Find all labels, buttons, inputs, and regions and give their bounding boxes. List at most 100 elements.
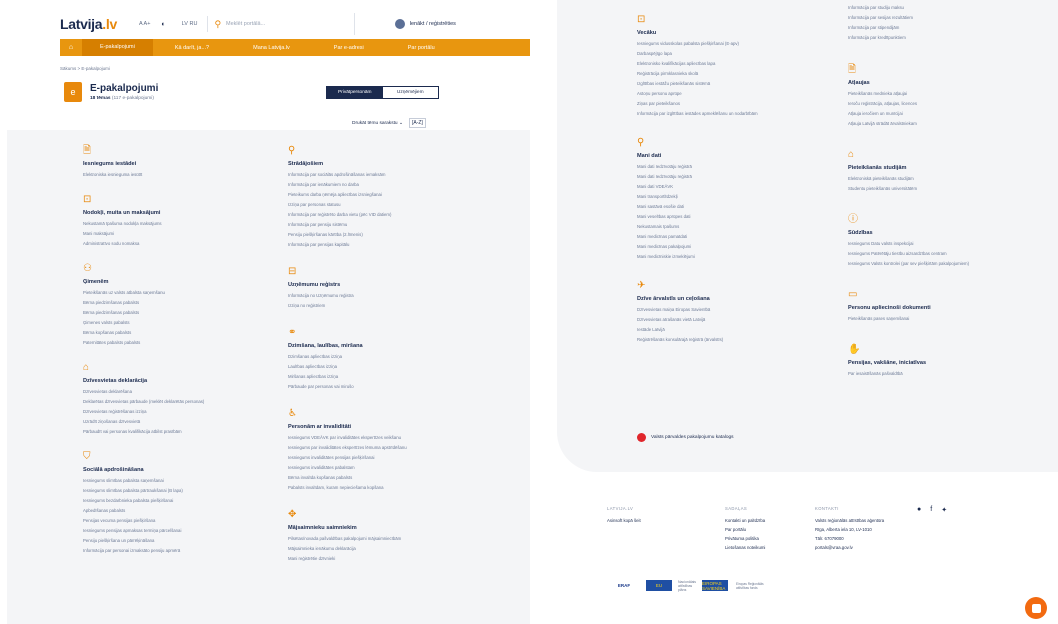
topic-title[interactable]: Personām ar invaliditāti [288,424,488,430]
service-link[interactable]: Atļauja ieročiem un munīcijai [848,109,1048,119]
service-link[interactable]: Bērna invalīda kopšanas pabalsts [288,473,488,483]
service-link[interactable]: Iesniegums Valsts kontrolei (par sev pie… [848,259,1048,269]
service-link[interactable]: Informācija par studiju maksu [848,3,1048,13]
service-link[interactable]: Informācija par ienākumiem no darba [288,180,488,190]
nav-item-about[interactable]: Par portālu [386,45,457,51]
service-link[interactable]: Mājsaimnieka ienākumu deklarācija [288,544,488,554]
service-link[interactable]: Ziņas par pieteikšanos [637,99,857,109]
service-link[interactable]: Mani sastāvā esošie dati [637,202,857,212]
footer-link[interactable]: Privātuma politika [725,534,765,543]
topic-title[interactable]: Uzņēmumu reģistrs [288,282,488,288]
service-link[interactable]: Informācija par sociālās apdrošināšanas … [288,170,488,180]
service-link[interactable]: Izziņa no reģistriem [288,301,488,311]
service-link[interactable]: Iesniegums par invaliditātes ekspertīzes… [288,443,488,453]
nav-item-e-services[interactable]: E-pakalpojumi [82,39,153,56]
service-link[interactable]: Informācija par sesijas rezultātiem [848,13,1048,23]
service-link[interactable]: Iesniegums pensijas apmaksas termiņa pār… [83,526,283,536]
topic-title[interactable]: Nodokļi, muita un maksājumi [83,210,283,216]
service-link[interactable]: Mani transportlīdzekļi [637,192,857,202]
chat-button[interactable] [1025,597,1047,619]
topic-title[interactable]: Sūdzības [848,230,1048,236]
footer-link[interactable]: Lietošanas noteikumi [725,543,765,552]
language-switch[interactable]: LV RU [182,21,198,27]
service-link[interactable]: Nekustamais īpašums [637,222,857,232]
topic-title[interactable]: Sociālā apdrošināšana [83,467,283,473]
service-link[interactable]: Mani medicīnas pamatdati [637,232,857,242]
topic-title[interactable]: Dzīve ārvalstīs un ceļošana [637,296,857,302]
service-link[interactable]: Pensijas vecuma pensijas piešķiršana [83,516,283,526]
service-link[interactable]: Laulības apliecības izziņa [288,362,488,372]
service-link[interactable]: Informācija par reģistrēto darba vietu (… [288,210,488,220]
service-link[interactable]: Iesniegums Datu valsts inspekcijai [848,239,1048,249]
service-link[interactable]: Mani dati Iedzīvotāju reģistrā [637,162,857,172]
contrast-icon[interactable]: ◐ [161,21,165,28]
service-link[interactable]: Astoņu personu aprūpe [637,89,857,99]
service-link[interactable]: Dzīvesvietas maiņa Eiropas Savienībā [637,305,857,315]
service-link[interactable]: Administratīvo sodu nomaksa [83,239,283,249]
topic-title[interactable]: Ģimenēm [83,279,283,285]
service-link[interactable]: Mani medicīnas pakalpojumi [637,242,857,252]
footer-text[interactable]: Tālr. 67079000 [815,534,884,543]
topic-title[interactable]: Dzīvesvietas deklarācija [83,378,283,384]
site-logo[interactable]: Latvija.lv [60,16,117,32]
service-link[interactable]: Bērna piedzimšanas pabalsts [83,298,283,308]
search-icon[interactable]: ⚲ [214,19,221,30]
service-link[interactable]: Nekustamā īpašuma nodokļa maksājums [83,219,283,229]
topic-title[interactable]: Pensijas, vakšāne, iniciatīvas [848,360,1048,366]
service-link[interactable]: Bērna kopšanas pabalsts [83,328,283,338]
search-box[interactable]: ⚲ Meklēt portālā... [207,16,342,32]
f-icon[interactable]: ● [917,506,921,514]
sort-az-button[interactable]: [A-Z] [408,118,426,128]
service-link[interactable]: Informācija par personai izmaksāto pensi… [83,546,283,556]
tab-business[interactable]: Uzņēmējiem [382,87,438,98]
service-link[interactable]: Informācija par pensijas kapitālu [288,240,488,250]
twitter-icon[interactable]: ✦ [941,506,947,514]
service-link[interactable]: Par iesaistīšanās pašvaldībā [848,369,1048,379]
service-link[interactable]: Iesniegums bezdarbnieka pabalsta piešķir… [83,496,283,506]
service-link[interactable]: Ieroču reģistrācija, atļaujas, licences [848,99,1048,109]
facebook-icon[interactable]: f [930,506,932,514]
topic-title[interactable]: Vecāku [637,30,857,36]
service-link[interactable]: Informācija par pensiju sistēmu [288,220,488,230]
service-link[interactable]: Iesniegums slimības pabalsta saņemšanai [83,476,283,486]
topic-title[interactable]: Iesniegums iestādei [83,161,283,167]
topic-title[interactable]: Strādājošiem [288,161,488,167]
service-link[interactable]: Iesniegums Patērētāju tiesību aizsardzīb… [848,249,1048,259]
service-link[interactable]: Mani maksājumi [83,229,283,239]
nav-item-my-latvija[interactable]: Mana Latvija.lv [231,45,312,51]
service-link[interactable]: Informācija par izglītības iestādes apme… [637,109,857,119]
service-link[interactable]: Informācija par stipendijām [848,23,1048,33]
service-link[interactable]: Iesniegums vidusskolas pabalsta piešķirš… [637,39,857,49]
service-link[interactable]: Izziņa par personas statusu [288,200,488,210]
nav-item-e-address[interactable]: Par e-adresi [312,45,386,51]
service-link[interactable]: Pieteikums darba ņēmēja apliecības izsni… [288,190,488,200]
service-link[interactable]: Dzīvesvietas atrašanās vietā Latvijā [637,315,857,325]
topic-title[interactable]: Atļaujas [848,80,1048,86]
login-button[interactable]: Ienākt / reģistrēties [354,13,456,35]
service-link[interactable]: Iesniegums VDEĀVK par invaliditātes eksp… [288,433,488,443]
service-link[interactable]: Informācija no Uzņēmumu reģistra [288,291,488,301]
topic-title[interactable]: Personu apliecinoši dokumenti [848,305,1048,311]
topic-title[interactable]: Pieteikšanās studijām [848,165,1048,171]
service-link[interactable]: Mani dati VDEĀVK [637,182,857,192]
service-link[interactable]: Apbedīšanas pabalsts [83,506,283,516]
home-icon[interactable]: ⌂ [60,44,82,51]
service-link[interactable]: Reģistrācija pirmklasnieka skolā [637,69,857,79]
service-link[interactable]: Bērna piedzimšanas pabalsts [83,308,283,318]
service-link[interactable]: Dzīvesvietas deklarēšana [83,387,283,397]
service-link[interactable]: Atļauja Latvijā strādāt ārvalstniekam [848,119,1048,129]
footer-text[interactable]: portals@vraa.gov.lv [815,543,884,552]
service-link[interactable]: Pieteikšanās uz valsts atbalsta saņemšan… [83,288,283,298]
service-link[interactable]: Pensiju piešķiršana un pārrēķināšana [83,536,283,546]
service-link[interactable]: Uzrādīt ziņošanas dzīvesvietā [83,417,283,427]
service-link[interactable]: Pieteikšanās pases saņemšanai [848,314,1048,324]
search-input[interactable]: Meklēt portālā... [226,21,265,27]
service-link[interactable]: Mani reģistrētie dzīvnieki [288,554,488,564]
service-link[interactable]: Mani dati Iedzīvotāju reģistrā [637,172,857,182]
service-link[interactable]: Dzīvesvietas reģistrēšanas izziņa [83,407,283,417]
service-link[interactable]: Pieteikšanās mednieka atļaujai [848,89,1048,99]
service-link[interactable]: Iestāde Latvijā [637,325,857,335]
service-link[interactable]: Miršanas apliecības izziņa [288,372,488,382]
footer-link[interactable]: Kontakti un palīdzība [725,516,765,525]
tab-private[interactable]: Privātpersonām [327,87,383,98]
